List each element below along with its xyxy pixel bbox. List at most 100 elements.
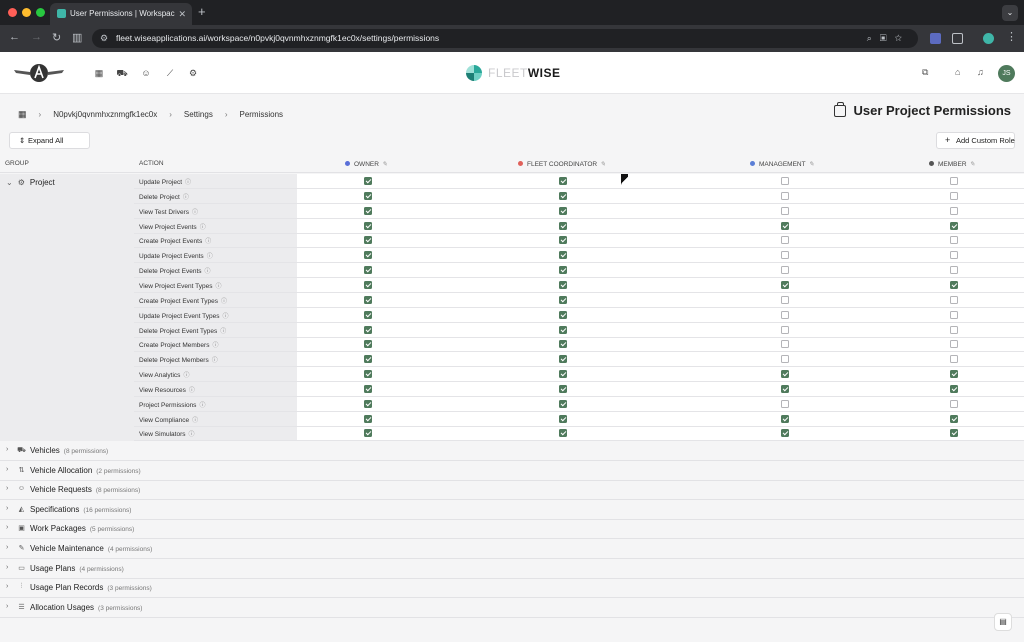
info-icon[interactable]: ⓘ [222, 314, 228, 320]
permission-checkbox-owner[interactable] [364, 355, 372, 364]
permission-checkbox-management[interactable] [781, 191, 789, 200]
permission-checkbox-owner[interactable] [364, 177, 372, 185]
group-row-vehicles[interactable]: › ⛟ Vehicles (8 permissions) [0, 442, 1024, 461]
permission-checkbox-management[interactable] [781, 429, 789, 438]
info-icon[interactable]: ⓘ [199, 403, 205, 409]
info-icon[interactable]: ⓘ [212, 358, 218, 364]
permission-checkbox-management[interactable] [781, 414, 789, 423]
sidebar-icon[interactable]: ▥ [72, 31, 82, 44]
permission-checkbox-member[interactable] [950, 266, 958, 275]
project-group-toggle[interactable]: ⌄ ⚙ Project [6, 178, 55, 187]
chevron-right-icon[interactable]: › [6, 505, 8, 512]
permission-checkbox-management[interactable] [781, 310, 789, 319]
profile-icon[interactable] [983, 33, 994, 44]
permission-checkbox-management[interactable] [781, 280, 789, 289]
forward-icon[interactable]: → [31, 31, 42, 43]
add-custom-role-button[interactable]: + Add Custom Role [936, 132, 1015, 149]
info-icon[interactable]: ⓘ [189, 388, 195, 394]
omnibox-actions[interactable]: ⌕▣☆ [867, 29, 910, 48]
chevron-right-icon[interactable]: › [6, 524, 8, 531]
permission-checkbox-member[interactable] [950, 384, 958, 393]
info-icon[interactable]: ⓘ [221, 299, 227, 305]
permission-checkbox-member[interactable] [950, 370, 958, 379]
permission-checkbox-fleet-coordinator[interactable] [559, 295, 567, 304]
permission-checkbox-member[interactable] [950, 236, 958, 245]
car-icon[interactable]: ⛟ [116, 67, 128, 79]
info-icon[interactable]: ⓘ [192, 418, 198, 424]
permission-checkbox-owner[interactable] [364, 429, 372, 438]
tab-search-icon[interactable]: ⌄ [1002, 5, 1018, 21]
permission-checkbox-owner[interactable] [364, 310, 372, 319]
info-icon[interactable]: ⓘ [185, 180, 191, 186]
permission-checkbox-management[interactable] [781, 355, 789, 364]
permission-checkbox-owner[interactable] [364, 340, 372, 349]
permission-checkbox-member[interactable] [950, 355, 958, 364]
permission-checkbox-member[interactable] [950, 295, 958, 304]
browser-menu-icon[interactable]: ⋮ [1006, 30, 1017, 43]
permission-checkbox-owner[interactable] [364, 221, 372, 230]
permission-checkbox-fleet-coordinator[interactable] [559, 340, 567, 349]
permission-checkbox-owner[interactable] [364, 251, 372, 260]
chevron-right-icon[interactable]: › [6, 485, 8, 492]
permission-checkbox-owner[interactable] [364, 325, 372, 334]
info-icon[interactable]: ⓘ [207, 254, 213, 260]
permission-checkbox-member[interactable] [950, 414, 958, 423]
permission-checkbox-fleet-coordinator[interactable] [559, 191, 567, 200]
permission-checkbox-management[interactable] [781, 236, 789, 245]
permission-checkbox-management[interactable] [781, 206, 789, 215]
permission-checkbox-management[interactable] [781, 266, 789, 275]
permission-checkbox-management[interactable] [781, 325, 789, 334]
info-icon[interactable]: ⓘ [220, 329, 226, 335]
info-icon[interactable]: ⓘ [205, 239, 211, 245]
permission-checkbox-fleet-coordinator[interactable] [559, 325, 567, 334]
browser-tab[interactable]: User Permissions | Workspac ✕ [50, 3, 192, 25]
permission-checkbox-fleet-coordinator[interactable] [559, 414, 567, 423]
permission-checkbox-fleet-coordinator[interactable] [559, 429, 567, 438]
info-icon[interactable]: ⓘ [183, 373, 189, 379]
permission-checkbox-member[interactable] [950, 310, 958, 319]
user-avatar[interactable]: JS [998, 65, 1015, 82]
permission-checkbox-management[interactable] [781, 384, 789, 393]
info-icon[interactable]: ⓘ [215, 284, 221, 290]
permission-checkbox-fleet-coordinator[interactable] [559, 384, 567, 393]
info-icon[interactable]: ⓘ [200, 225, 206, 231]
chevron-right-icon[interactable]: › [6, 466, 8, 473]
chevron-right-icon[interactable]: › [6, 544, 8, 551]
permission-checkbox-member[interactable] [950, 429, 958, 438]
settings-gear-icon[interactable]: ⚙ [187, 67, 199, 79]
external-icon[interactable]: ⧉ [922, 67, 928, 78]
permission-checkbox-management[interactable] [781, 221, 789, 230]
group-row-usage-plan-records[interactable]: › ⫶ Usage Plan Records (3 permissions) [0, 579, 1024, 599]
close-window-button[interactable] [8, 8, 17, 17]
buildings-icon[interactable]: ▦ [18, 109, 27, 120]
group-row-vehicle-allocation[interactable]: › ⇅ Vehicle Allocation (2 permissions) [0, 462, 1024, 481]
permission-checkbox-member[interactable] [950, 340, 958, 349]
permission-checkbox-member[interactable] [950, 325, 958, 334]
permission-checkbox-member[interactable] [950, 251, 958, 260]
permission-checkbox-owner[interactable] [364, 266, 372, 275]
role-header-owner[interactable]: OWNER ✎ [345, 160, 387, 168]
group-row-specifications[interactable]: › ◭ Specifications (16 permissions) [0, 501, 1024, 520]
permission-checkbox-management[interactable] [781, 370, 789, 379]
permission-checkbox-management[interactable] [781, 340, 789, 349]
analytics-icon[interactable]: ⟋ [164, 67, 176, 79]
breadcrumb-settings[interactable]: Settings [184, 110, 213, 119]
bell-icon[interactable]: ♫ [977, 67, 984, 77]
permission-checkbox-member[interactable] [950, 399, 958, 408]
permission-checkbox-fleet-coordinator[interactable] [559, 251, 567, 260]
info-icon[interactable]: ⓘ [205, 269, 211, 275]
role-header-fleet-coordinator[interactable]: FLEET COORDINATOR ✎ [518, 160, 606, 168]
permission-checkbox-member[interactable] [950, 191, 958, 200]
address-bar[interactable]: ⚙ fleet.wiseapplications.ai/workspace/n0… [92, 29, 918, 48]
permission-checkbox-member[interactable] [950, 280, 958, 289]
chevron-right-icon[interactable]: › [6, 603, 8, 610]
permission-checkbox-owner[interactable] [364, 280, 372, 289]
permission-checkbox-owner[interactable] [364, 414, 372, 423]
site-info-icon[interactable]: ⚙ [100, 29, 108, 48]
chevron-right-icon[interactable]: › [6, 564, 8, 571]
permission-checkbox-member[interactable] [950, 177, 958, 185]
group-row-allocation-usages[interactable]: › ☰ Allocation Usages (3 permissions) [0, 599, 1024, 618]
group-row-vehicle-maintenance[interactable]: › ✎ Vehicle Maintenance (4 permissions) [0, 540, 1024, 559]
chevron-right-icon[interactable]: › [6, 583, 8, 590]
chat-widget-button[interactable]: ▤ [994, 613, 1012, 631]
